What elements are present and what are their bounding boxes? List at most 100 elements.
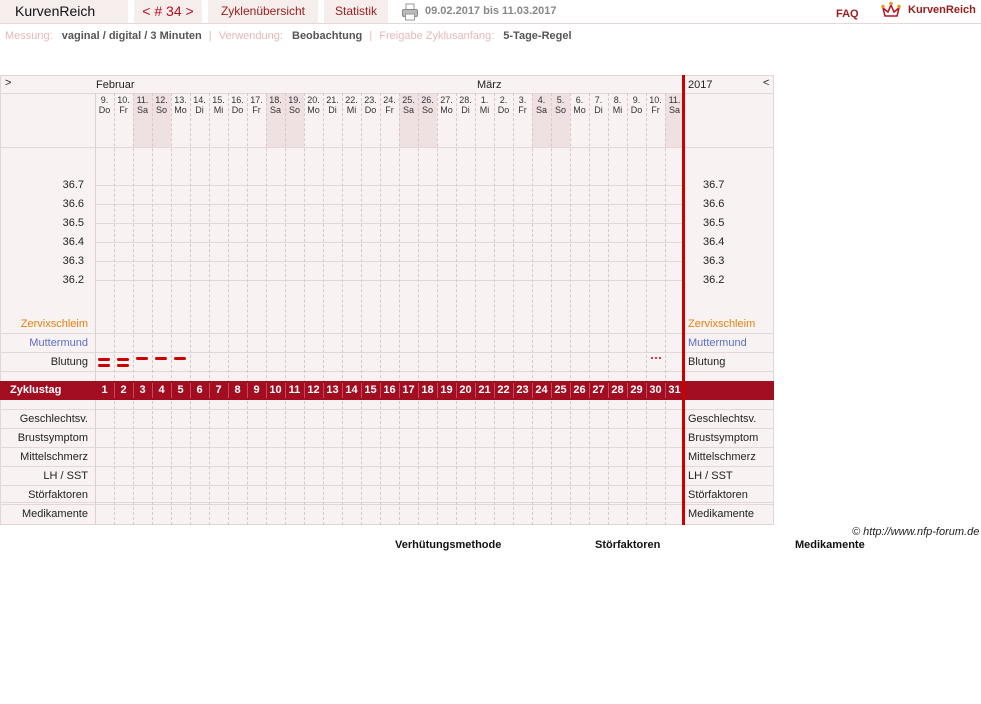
release-value: 5-Tage-Regel [503,30,572,42]
day-header-cell[interactable]: 28. Di [456,95,475,115]
day-header-cell[interactable]: 10. Fr [114,95,133,115]
faq-link[interactable]: FAQ [836,8,859,20]
day-header-cell[interactable]: 12. So [152,95,171,115]
cycle-day-number[interactable]: 29 [627,381,646,400]
cycle-day-divider [114,383,115,398]
cycle-day-number[interactable]: 5 [171,381,190,400]
legend-disturbances: Störfaktoren [595,539,661,551]
nav-next-cycle[interactable]: > [5,77,11,89]
temp-grid-line [95,223,684,224]
day-header-cell[interactable]: 2. Do [494,95,513,115]
tab-statistics[interactable]: Statistik [324,0,388,23]
cycle-day-number[interactable]: 11 [285,381,304,400]
cycle-day-number[interactable]: 12 [304,381,323,400]
cycle-day-number[interactable]: 28 [608,381,627,400]
day-divider [247,401,248,525]
day-header-cell[interactable]: 23. Do [361,95,380,115]
cycle-day-number[interactable]: 27 [589,381,608,400]
cycle-day-number[interactable]: 16 [380,381,399,400]
day-header-cell[interactable]: 16. Do [228,95,247,115]
day-divider [665,93,666,383]
cycle-day-number[interactable]: 26 [570,381,589,400]
day-divider [190,401,191,525]
nav-previous-cycle[interactable]: < [763,77,769,89]
day-header-cell[interactable]: 3. Fr [513,95,532,115]
day-header-cell[interactable]: 9. Do [627,95,646,115]
day-header-cell[interactable]: 11. Sa [133,95,152,115]
cycle-day-number[interactable]: 21 [475,381,494,400]
cycle-day-number[interactable]: 9 [247,381,266,400]
cycle-day-number[interactable]: 22 [494,381,513,400]
day-header-cell[interactable]: 18. Sa [266,95,285,115]
day-header-cell[interactable]: 20. Mo [304,95,323,115]
day-divider [380,401,381,525]
cycle-navigation[interactable]: < # 34 > [134,0,202,23]
day-header-cell[interactable]: 24. Fr [380,95,399,115]
day-header-cell[interactable]: 15. Mi [209,95,228,115]
cycle-day-number[interactable]: 8 [228,381,247,400]
cycle-day-number[interactable]: 3 [133,381,152,400]
cycle-day-divider [418,383,419,398]
cycle-day-number[interactable]: 6 [190,381,209,400]
cycle-day-number[interactable]: 25 [551,381,570,400]
day-header-cell[interactable]: 8. Mi [608,95,627,115]
cycle-day-number[interactable]: 7 [209,381,228,400]
day-header-cell[interactable]: 9. Do [95,95,114,115]
crown-logo-icon[interactable] [880,1,902,19]
cycle-day-number[interactable]: 2 [114,381,133,400]
temp-label-right: 36.2 [703,274,725,286]
day-divider [532,401,533,525]
measurement-label: Messung: [5,30,53,42]
day-divider [570,93,571,383]
day-header-cell[interactable]: 13. Mo [171,95,190,115]
printer-icon[interactable] [401,3,419,21]
grid-line [0,147,774,148]
day-header-cell[interactable]: 19. So [285,95,304,115]
day-divider [608,401,609,525]
day-divider [551,401,552,525]
day-header-cell[interactable]: 7. Di [589,95,608,115]
cycle-day-number[interactable]: 4 [152,381,171,400]
cycle-day-number[interactable]: 10 [266,381,285,400]
cycle-day-number[interactable]: 14 [342,381,361,400]
cycle-day-divider [475,383,476,398]
cycle-day-number[interactable]: 23 [513,381,532,400]
app-title[interactable]: KurvenReich [0,0,128,23]
weekday: Fr [119,105,128,115]
day-header-cell[interactable]: 26. So [418,95,437,115]
day-divider [209,93,210,383]
weekday: Mi [346,105,357,115]
day-header-cell[interactable]: 14. Di [190,95,209,115]
day-header-cell[interactable]: 21. Di [323,95,342,115]
day-header-cell[interactable]: 5. So [551,95,570,115]
day-header-cell[interactable]: 10. Fr [646,95,665,115]
day-divider [627,93,628,383]
cycle-day-number[interactable]: 19 [437,381,456,400]
day-header-cell[interactable]: 25. Sa [399,95,418,115]
cycle-day-number[interactable]: 17 [399,381,418,400]
day-number: 10. [649,95,662,105]
usage-value: Beobachtung [292,30,363,42]
day-divider [285,93,286,383]
cycle-day-divider [532,383,533,398]
day-header-cell[interactable]: 27. Mo [437,95,456,115]
tab-cycle-overview[interactable]: Zyklenübersicht [208,0,318,23]
cycle-day-number[interactable]: 18 [418,381,437,400]
day-header-cell[interactable]: 22. Mi [342,95,361,115]
day-header-cell[interactable]: 17. Fr [247,95,266,115]
day-header-cell[interactable]: 1. Mi [475,95,494,115]
cycle-day-number[interactable]: 30 [646,381,665,400]
day-header-cell[interactable]: 6. Mo [570,95,589,115]
cycle-day-number[interactable]: 24 [532,381,551,400]
cycle-day-divider [570,383,571,398]
day-header-cell[interactable]: 4. Sa [532,95,551,115]
cycle-day-number[interactable]: 1 [95,381,114,400]
cycle-day-divider [494,383,495,398]
cycle-day-number[interactable]: 13 [323,381,342,400]
day-divider [114,401,115,525]
logo-text[interactable]: KurvenReich [908,4,976,16]
row-label-disturbances: Störfaktoren [28,489,88,501]
cycle-day-number[interactable]: 15 [361,381,380,400]
day-divider [513,401,514,525]
cycle-day-number[interactable]: 20 [456,381,475,400]
